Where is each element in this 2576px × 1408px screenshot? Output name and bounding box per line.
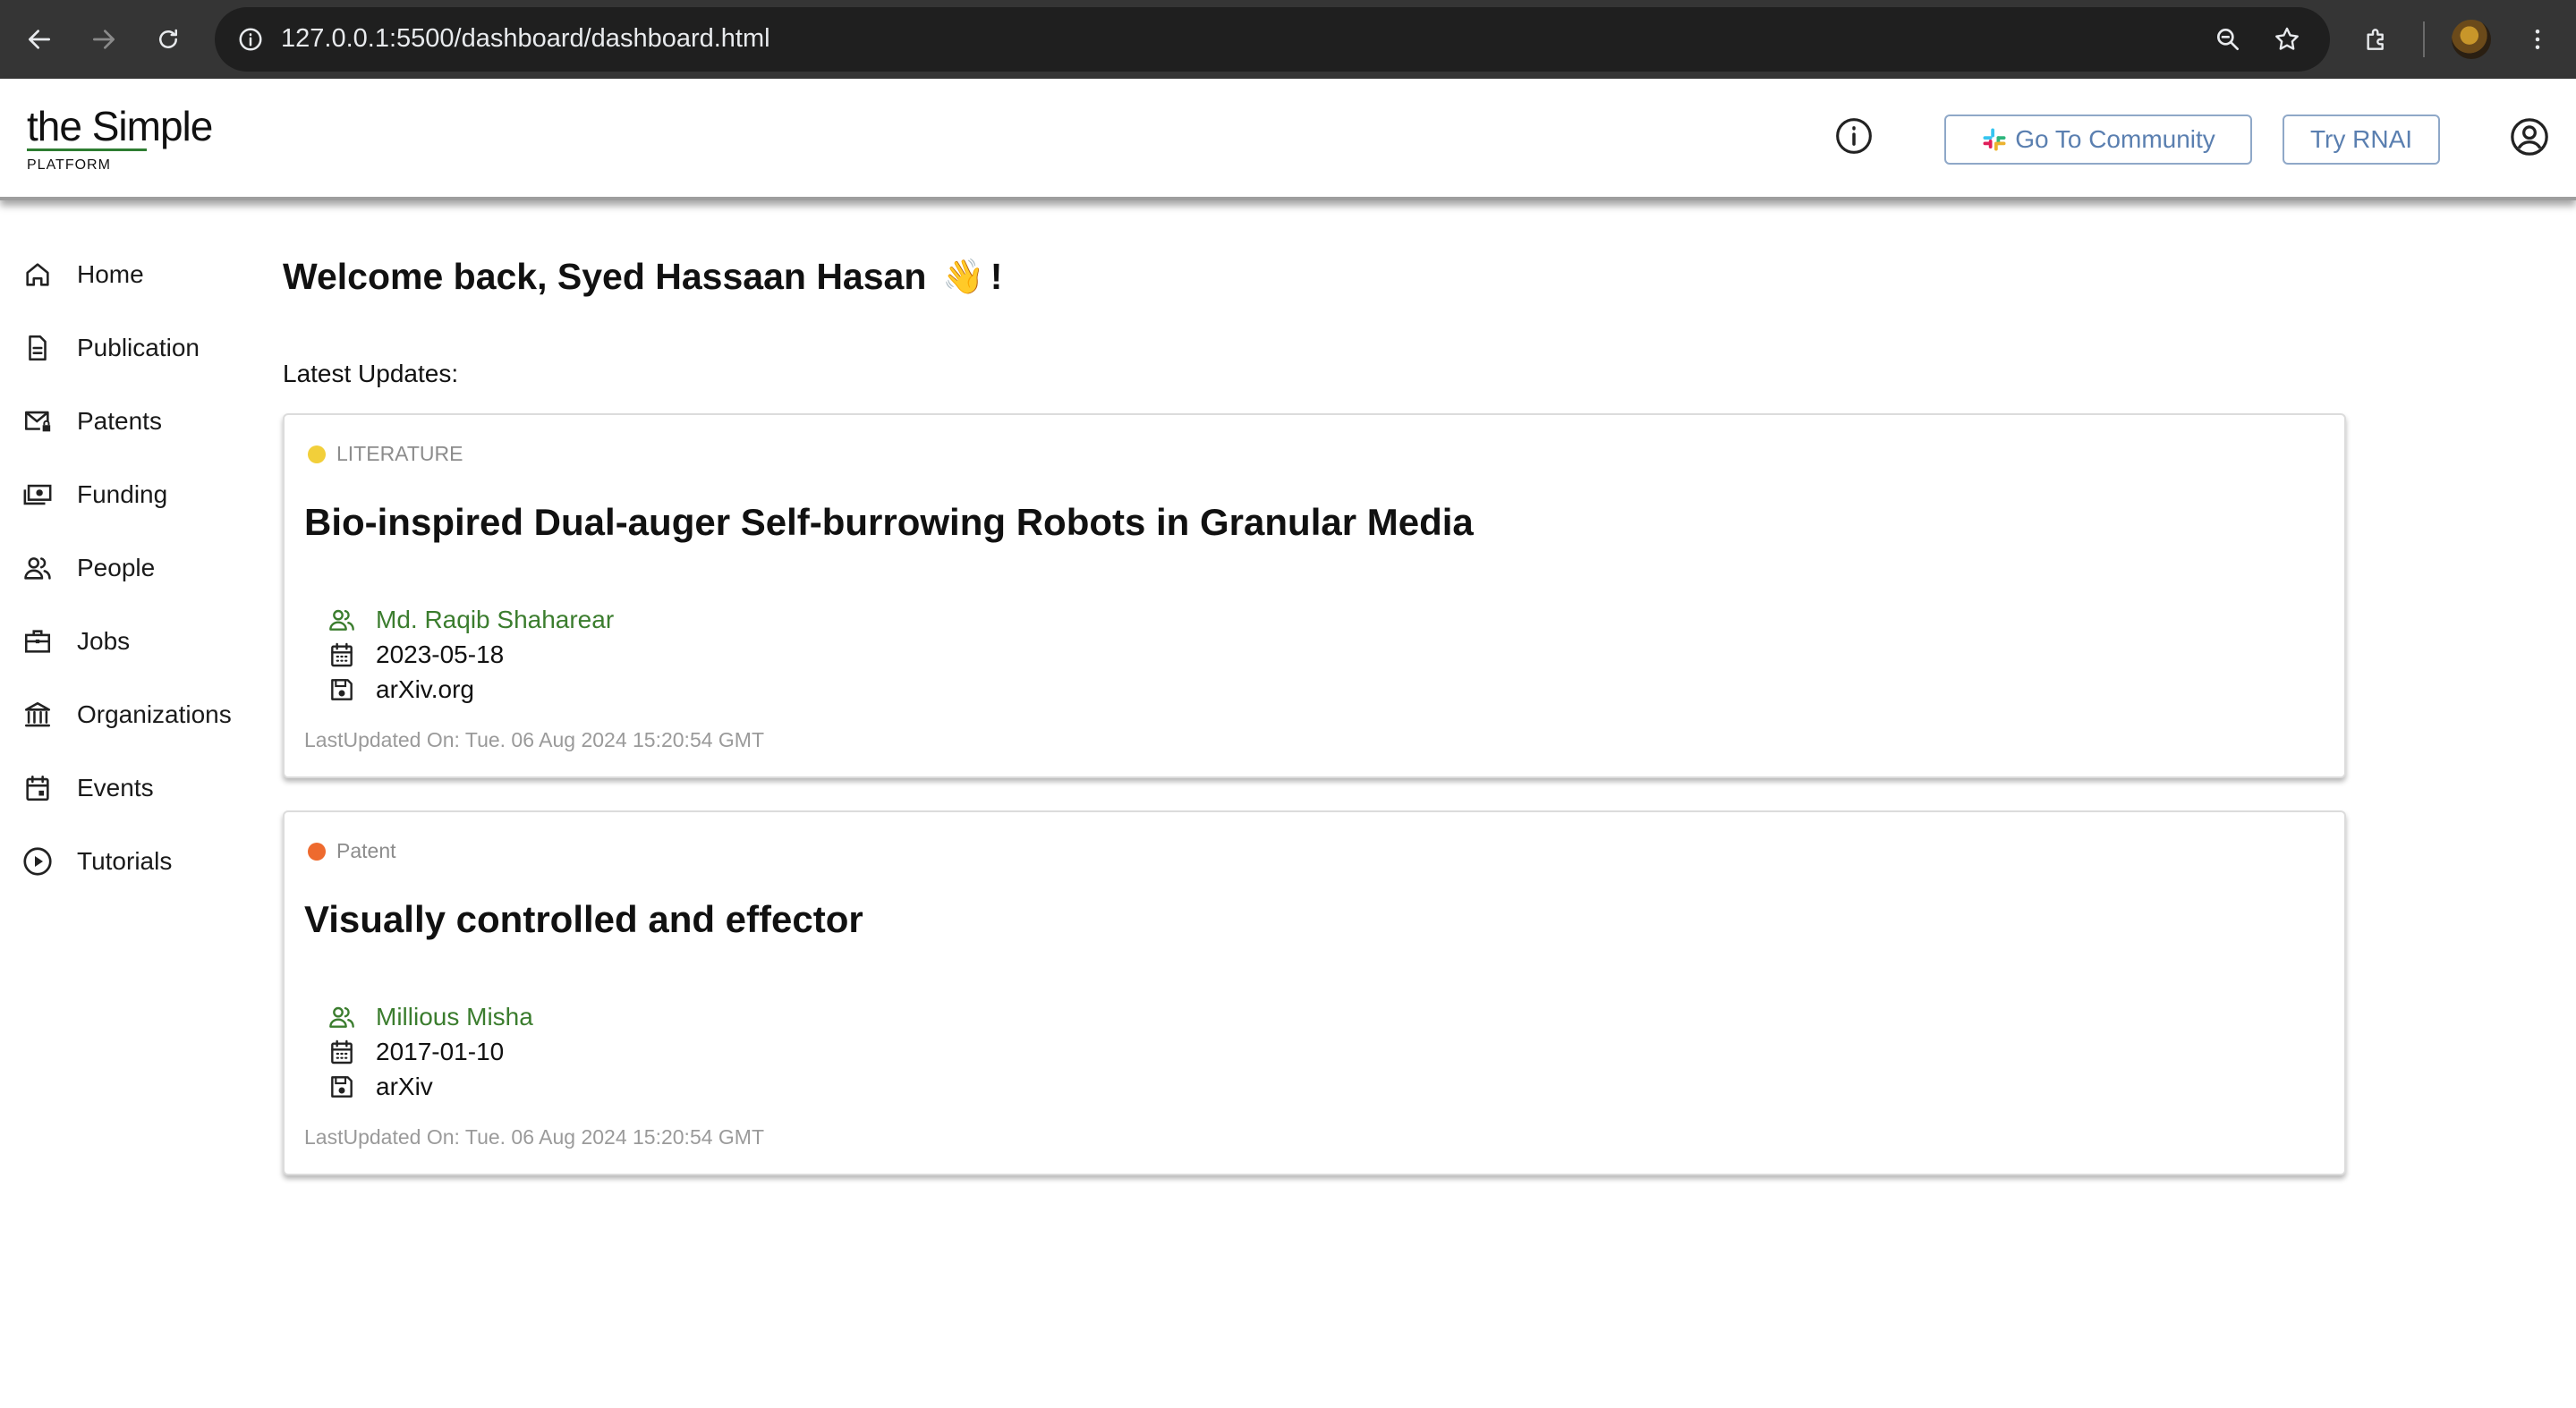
sidebar-item-label: Patents — [77, 407, 162, 435]
author-name[interactable]: Md. Raqib Shaharear — [376, 606, 614, 634]
date-row: 2017-01-10 — [326, 1035, 504, 1069]
bookmark-star-icon[interactable] — [2264, 16, 2310, 63]
sidebar-item-label: Tutorials — [77, 847, 173, 875]
logo-subtitle: PLATFORM — [27, 157, 111, 173]
source-row: arXiv.org — [326, 673, 474, 707]
category-tag: Patent — [308, 839, 396, 863]
tag-label: Patent — [336, 839, 396, 862]
try-rnai-button[interactable]: Try RNAI — [2283, 115, 2440, 165]
latest-updates-label: Latest Updates: — [283, 360, 459, 387]
welcome-exclamation: ! — [990, 256, 1003, 297]
sidebar-item-label: Events — [77, 774, 154, 802]
update-card[interactable]: LITERATURE Bio-inspired Dual-auger Self-… — [283, 413, 2346, 778]
document-icon — [20, 330, 55, 366]
back-icon[interactable] — [16, 16, 63, 63]
sidebar-item-label: Organizations — [77, 700, 232, 728]
last-updated-text: LastUpdated On: Tue. 06 Aug 2024 15:20:5… — [304, 1125, 765, 1149]
address-bar[interactable]: 127.0.0.1:5500/dashboard/dashboard.html — [215, 7, 2330, 72]
sidebar-item-organizations[interactable]: Organizations — [20, 692, 261, 737]
tag-label: LITERATURE — [336, 442, 463, 465]
date-row: 2023-05-18 — [326, 638, 504, 672]
card-title[interactable]: Visually controlled and effector — [304, 898, 863, 941]
source-name: arXiv.org — [376, 675, 474, 703]
menu-dots-icon[interactable] — [2514, 16, 2561, 63]
browser-toolbar: 127.0.0.1:5500/dashboard/dashboard.html — [0, 0, 2576, 79]
people-icon — [326, 604, 358, 636]
sidebar-item-events[interactable]: Events — [20, 766, 261, 810]
sidebar-item-home[interactable]: Home — [20, 252, 261, 297]
tag-dot — [308, 842, 326, 861]
toolbar-divider — [2423, 21, 2425, 57]
author-row: Md. Raqib Shaharear — [326, 603, 614, 637]
author-row: Millious Misha — [326, 1000, 533, 1034]
publish-date: 2023-05-18 — [376, 640, 505, 668]
people-icon — [326, 1001, 358, 1033]
extensions-icon[interactable] — [2353, 16, 2400, 63]
user-profile-icon[interactable] — [2505, 113, 2554, 161]
calendar-icon — [326, 1036, 358, 1068]
sidebar-item-jobs[interactable]: Jobs — [20, 619, 261, 664]
calendar-icon — [326, 639, 358, 671]
reload-icon[interactable] — [145, 16, 191, 63]
save-icon — [326, 674, 358, 706]
sidebar-item-label: Jobs — [77, 627, 131, 655]
sidebar-item-tutorials[interactable]: Tutorials — [20, 839, 261, 884]
briefcase-icon — [20, 623, 55, 659]
waving-hand-icon: 👋 — [942, 258, 985, 296]
sidebar-item-publication[interactable]: Publication — [20, 326, 261, 370]
update-card[interactable]: Patent Visually controlled and effector … — [283, 810, 2346, 1175]
zoom-icon[interactable] — [2205, 16, 2251, 63]
go-to-community-button[interactable]: Go To Community — [1944, 115, 2252, 165]
source-name: arXiv — [376, 1073, 433, 1100]
publish-date: 2017-01-10 — [376, 1038, 505, 1065]
sidebar-item-people[interactable]: People — [20, 546, 261, 590]
tag-dot — [308, 445, 326, 463]
sidebar-item-label: Publication — [77, 334, 200, 361]
sidebar-item-patents[interactable]: Patents — [20, 399, 261, 444]
sidebar-item-label: Home — [77, 260, 144, 288]
sidebar-item-label: People — [77, 554, 156, 581]
logo-title[interactable]: the Simple — [27, 102, 213, 150]
card-title[interactable]: Bio-inspired Dual-auger Self-burrowing R… — [304, 501, 1474, 544]
sidebar-item-funding[interactable]: Funding — [20, 472, 261, 517]
url-text[interactable]: 127.0.0.1:5500/dashboard/dashboard.html — [281, 24, 770, 54]
sidebar-item-label: Funding — [77, 480, 168, 508]
people-icon — [20, 550, 55, 586]
forward-icon[interactable] — [81, 16, 127, 63]
home-icon — [20, 257, 55, 293]
source-row: arXiv — [326, 1070, 433, 1104]
bank-icon — [20, 697, 55, 733]
welcome-text: Welcome back, Syed Hassaan Hasan — [283, 256, 927, 297]
author-name[interactable]: Millious Misha — [376, 1003, 533, 1031]
slack-icon — [1983, 128, 2006, 151]
last-updated-text: LastUpdated On: Tue. 06 Aug 2024 15:20:5… — [304, 728, 765, 751]
logo-underline — [27, 148, 147, 151]
category-tag: LITERATURE — [308, 442, 463, 466]
save-icon — [326, 1071, 358, 1103]
play-circle-icon — [20, 844, 55, 879]
welcome-heading: Welcome back, Syed Hassaan Hasan 👋 ! — [283, 256, 1002, 298]
site-info-icon[interactable] — [233, 21, 268, 57]
go-to-community-label: Go To Community — [2015, 125, 2215, 153]
calendar-icon — [20, 770, 55, 806]
info-icon[interactable] — [1832, 115, 1875, 157]
browser-profile-avatar[interactable] — [2452, 20, 2491, 59]
app-header: the Simple PLATFORM Go To Community Try … — [0, 79, 2576, 200]
money-icon — [20, 477, 55, 513]
mail-lock-icon — [20, 403, 55, 439]
